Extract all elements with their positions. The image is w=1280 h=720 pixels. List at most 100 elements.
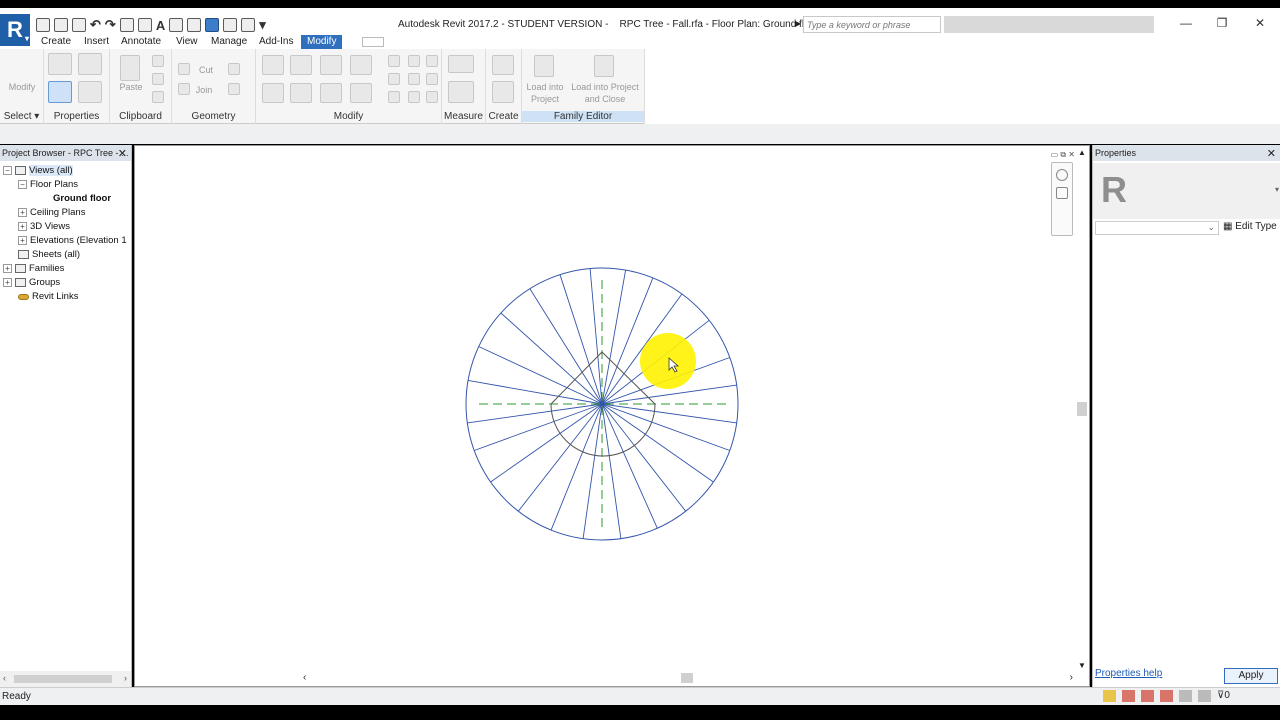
tab-create[interactable]: Create [41, 35, 71, 49]
dimension-icon[interactable] [137, 18, 152, 32]
tab-view[interactable]: View [176, 35, 198, 49]
tab-annotate[interactable]: Annotate [121, 35, 161, 49]
tab-add-ins[interactable]: Add-Ins [259, 35, 293, 49]
sync-icon[interactable] [72, 18, 86, 32]
cut-button[interactable]: Cut [192, 64, 220, 76]
type-properties-icon[interactable] [78, 81, 102, 103]
tab-insert[interactable]: Insert [84, 35, 109, 49]
cut-icon[interactable] [152, 55, 164, 67]
undo-icon[interactable]: ↶ [90, 17, 101, 33]
close-properties-icon[interactable]: ✕ [1267, 147, 1276, 160]
expand-icon[interactable]: + [3, 278, 12, 287]
drawing-canvas[interactable]: ▭ ⧉ ✕ ▲ ▼ ‹ › [134, 145, 1090, 687]
unpin-icon[interactable] [426, 55, 438, 67]
load-into-project-icon[interactable] [534, 55, 554, 77]
vertical-scroll-thumb[interactable] [1077, 402, 1087, 416]
select-links-icon[interactable] [1103, 690, 1116, 702]
scroll-left-icon[interactable]: ‹ [303, 672, 306, 683]
apply-button[interactable]: Apply [1224, 668, 1278, 684]
tree-item-groups[interactable]: + Groups [3, 276, 60, 289]
project-browser-scrollbar[interactable]: ‹ › [0, 671, 131, 687]
measure-qat-icon[interactable] [119, 18, 134, 32]
cursor-icon[interactable] [12, 57, 30, 77]
copy-icon[interactable] [152, 73, 164, 85]
scroll-down-icon[interactable]: ▼ [1078, 661, 1086, 670]
section-icon[interactable] [187, 18, 202, 32]
family-category-icon[interactable] [48, 53, 72, 75]
properties-help-link[interactable]: Properties help [1095, 668, 1162, 679]
type-selector[interactable]: R ▾ [1093, 163, 1280, 219]
expand-icon[interactable]: + [18, 208, 27, 217]
restore-icon[interactable]: ❐ [1212, 16, 1232, 30]
panel-label-select[interactable]: Select ▾ [0, 111, 43, 122]
3d-view-icon[interactable] [169, 18, 184, 32]
aligned-dimension-icon[interactable] [448, 81, 474, 103]
trim-single-icon[interactable] [388, 91, 400, 103]
scroll-up-icon[interactable]: ▲ [1078, 148, 1086, 157]
wall-joins-icon[interactable] [228, 63, 240, 75]
scroll-thumb[interactable] [14, 675, 112, 683]
pin-icon[interactable] [426, 73, 438, 85]
match-properties-icon[interactable] [152, 91, 164, 103]
text-icon[interactable]: A [156, 18, 165, 33]
tree-item-revit-links[interactable]: Revit Links [18, 290, 78, 303]
drag-elements-icon[interactable] [1179, 690, 1192, 702]
tree-item-floor-plans[interactable]: − Floor Plans [18, 178, 78, 191]
expand-icon[interactable]: + [18, 236, 27, 245]
paste-icon[interactable] [120, 55, 140, 81]
move-icon[interactable] [262, 83, 284, 103]
scroll-right-icon[interactable]: › [124, 673, 127, 683]
contextual-toggle-icon[interactable] [362, 37, 384, 47]
edit-type-button[interactable]: ▦ Edit Type [1223, 221, 1277, 232]
tree-item-elevations[interactable]: + Elevations (Elevation 1 [18, 234, 127, 247]
trim-multiple-icon[interactable] [408, 91, 420, 103]
canvas-horizontal-scrollbar[interactable]: ‹ › [301, 670, 1075, 686]
cope-icon[interactable] [178, 63, 190, 75]
measure-icon[interactable] [448, 55, 474, 73]
tab-modify[interactable]: Modify [301, 35, 343, 49]
mirror-draw-icon[interactable] [350, 55, 372, 75]
tree-item-3d-views[interactable]: +3D Views [18, 220, 70, 233]
load-into-project-button[interactable]: Load into Project [522, 81, 568, 105]
tree-item-sheets[interactable]: Sheets (all) [18, 248, 80, 261]
mirror-axis-icon[interactable] [320, 55, 342, 75]
rotate-icon[interactable] [320, 83, 342, 103]
create-assembly-icon[interactable] [492, 55, 514, 75]
canvas-vertical-scrollbar[interactable]: ▲ ▼ [1075, 146, 1089, 686]
delete-icon[interactable] [426, 91, 438, 103]
load-into-project-close-icon[interactable] [594, 55, 614, 77]
horizontal-scroll-thumb[interactable] [681, 673, 693, 683]
thin-lines-icon[interactable] [205, 18, 220, 32]
tree-item-views-all[interactable]: − Views (all) [3, 164, 73, 177]
expand-icon[interactable]: + [18, 222, 27, 231]
search-input[interactable]: Type a keyword or phrase [803, 16, 941, 33]
collapse-icon[interactable]: − [18, 180, 27, 189]
filter-icon[interactable]: ⊽0 [1217, 690, 1230, 702]
close-icon[interactable]: ✕ [1250, 16, 1270, 30]
trim-extend-icon[interactable] [350, 83, 372, 103]
collapse-icon[interactable]: − [3, 166, 12, 175]
minimize-icon[interactable]: — [1176, 16, 1196, 30]
settings-icon[interactable] [1198, 690, 1211, 702]
select-underlay-icon[interactable] [1122, 690, 1135, 702]
navigation-bar[interactable] [1051, 162, 1073, 236]
array-icon[interactable] [388, 73, 400, 85]
customize-qat-icon[interactable]: ▾ [259, 17, 266, 33]
modify-button[interactable]: Modify [2, 81, 42, 93]
tree-item-families[interactable]: + Families [3, 262, 64, 275]
copy-element-icon[interactable] [290, 83, 312, 103]
scroll-left-icon[interactable]: ‹ [3, 673, 6, 683]
close-hidden-icon[interactable] [223, 18, 238, 32]
properties-icon[interactable] [48, 81, 72, 103]
scroll-right-icon[interactable]: › [1070, 672, 1073, 683]
switch-windows-icon[interactable] [241, 18, 256, 32]
join-geometry-icon[interactable] [178, 83, 190, 95]
instance-filter-dropdown[interactable]: ⌄ [1095, 221, 1219, 235]
close-project-browser-icon[interactable]: ✕ [118, 147, 127, 160]
scale-icon[interactable] [408, 73, 420, 85]
view-window-controls[interactable]: ▭ ⧉ ✕ [1051, 150, 1075, 160]
offset-icon[interactable] [290, 55, 312, 75]
expand-icon[interactable]: + [3, 264, 12, 273]
save-icon[interactable] [54, 18, 68, 32]
align-icon[interactable] [262, 55, 284, 75]
